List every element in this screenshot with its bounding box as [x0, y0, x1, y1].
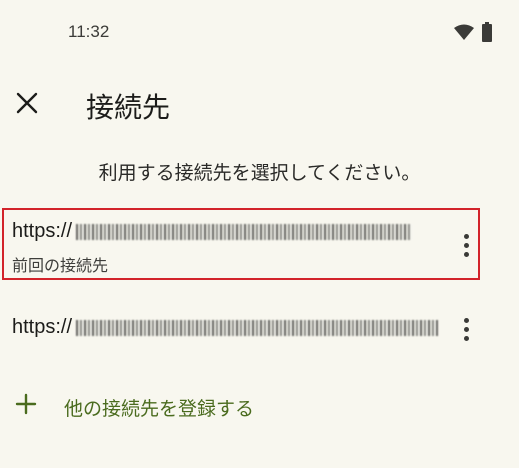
redacted-url [76, 223, 413, 240]
more-options-icon[interactable] [454, 314, 478, 344]
connection-url-prefix: https:// [12, 316, 73, 338]
add-connection-label: 他の接続先を登録する [64, 398, 255, 420]
connection-url-prefix: https:// [12, 220, 73, 242]
wifi-icon [454, 24, 474, 40]
add-connection-button[interactable]: 他の接続先を登録する [0, 386, 519, 426]
connection-item[interactable]: https:// [0, 306, 519, 352]
status-time: 11:32 [68, 22, 110, 41]
instruction-text: 利用する接続先を選択してください。 [98, 162, 421, 184]
more-options-icon[interactable] [454, 230, 478, 260]
page-title: 接続先 [86, 91, 171, 124]
battery-icon [482, 22, 492, 42]
app-bar: 接続先 [0, 74, 519, 136]
redacted-url [76, 319, 439, 336]
connection-url: https:// [12, 316, 439, 339]
connection-url: https:// [12, 220, 413, 243]
connection-item-previous[interactable]: https:// 前回の接続先 [0, 208, 519, 282]
plus-icon [15, 393, 37, 415]
connection-description: 前回の接続先 [12, 256, 109, 275]
close-icon[interactable] [14, 90, 40, 116]
status-bar: 11:32 [0, 0, 519, 60]
